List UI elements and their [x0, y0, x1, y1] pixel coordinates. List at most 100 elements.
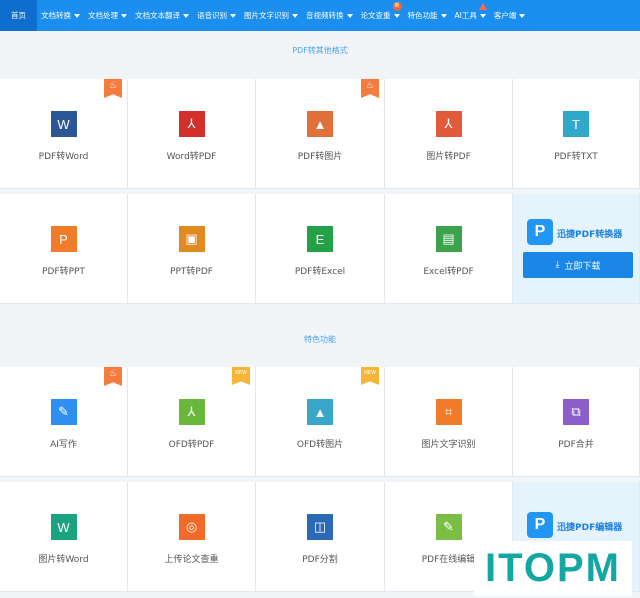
- nav-item[interactable]: 文档文本翻译: [131, 0, 193, 31]
- nav-item[interactable]: 论文查重新: [357, 0, 404, 31]
- hot-tag-icon: ♨: [104, 367, 122, 386]
- new-tag: NEW: [232, 367, 250, 385]
- tool-card[interactable]: ▣ PPT转PDF: [128, 194, 256, 304]
- tool-card[interactable]: ✎ AI写作 ♨: [0, 367, 128, 477]
- scan-icon: ◎: [178, 514, 205, 540]
- tool-card-label: PDF转图片: [297, 152, 343, 162]
- nav-item[interactable]: 客户端: [490, 0, 530, 31]
- tool-card[interactable]: ⅄ 图片转PDF: [385, 79, 513, 189]
- nav-item-label: 客户端: [493, 11, 517, 20]
- tool-card[interactable]: W 图片转Word: [0, 482, 128, 592]
- tool-card-label: PDF转TXT: [554, 152, 598, 162]
- app-logo-icon: P: [527, 219, 553, 245]
- nav-item[interactable]: 语音识别: [193, 0, 240, 31]
- nav-item[interactable]: 文档转换: [37, 0, 84, 31]
- tool-card[interactable]: ⧉ PDF合并: [513, 367, 640, 477]
- chevron-down-icon: [519, 13, 526, 18]
- nav-item-label: 文档文本翻译: [135, 11, 180, 20]
- pdf-icon: ⅄: [178, 111, 205, 137]
- tool-card-label: Excel转PDF: [423, 267, 474, 277]
- nav-item[interactable]: 音视频转换: [302, 0, 357, 31]
- section-title-features: 特色功能: [304, 334, 336, 344]
- nav-item-label: 论文查重: [360, 11, 391, 20]
- tool-card[interactable]: T PDF转TXT: [513, 79, 640, 189]
- tool-card-label: PDF转PPT: [42, 267, 85, 277]
- tool-card-label: PDF转Excel: [294, 267, 346, 277]
- ppt-icon: P: [50, 226, 77, 252]
- chevron-down-icon: [183, 13, 189, 18]
- chevron-down-icon: [121, 13, 127, 18]
- tool-card-label: 图片文字识别: [421, 440, 476, 450]
- nav-item[interactable]: 首页: [0, 0, 37, 31]
- tool-card-label: PDF分割: [302, 555, 338, 565]
- nav-item[interactable]: 特色功能: [404, 0, 451, 31]
- download-icon: ⤓: [555, 260, 560, 270]
- pen-icon: ✎: [50, 399, 77, 425]
- tool-card-label: PDF转Word: [38, 152, 89, 162]
- tool-card[interactable]: ▤ Excel转PDF: [385, 194, 513, 304]
- nav-item-label: 文档处理: [88, 11, 118, 20]
- tool-card[interactable]: ⅄ Word转PDF: [128, 79, 256, 189]
- tool-card-label: OFD转图片: [296, 440, 344, 450]
- tool-card[interactable]: E PDF转Excel: [256, 194, 385, 304]
- tool-card[interactable]: ▲ PDF转图片 ♨: [256, 79, 385, 189]
- app-promo-card[interactable]: P 迅捷PDF转换器 ⤓ 立即下载: [513, 194, 640, 304]
- nav-item-label: 图片文字识别: [244, 11, 289, 20]
- chevron-down-icon: [346, 13, 353, 18]
- nav-item-label: AI工具: [454, 11, 477, 20]
- split-icon: ◫: [307, 514, 333, 540]
- app-logo-icon: P: [527, 512, 553, 538]
- nav-item[interactable]: 图片文字识别: [240, 0, 302, 31]
- download-button-label: 立即下载: [564, 261, 601, 272]
- tool-card-label: Word转PDF: [166, 152, 217, 162]
- chevron-down-icon: [479, 13, 486, 18]
- tool-card[interactable]: P PDF转PPT: [0, 194, 128, 304]
- tool-card[interactable]: ⌗ 图片文字识别: [385, 367, 513, 477]
- section-title-pdf-convert: PDF转其他格式: [292, 45, 348, 55]
- chevron-down-icon: [74, 13, 80, 18]
- word-icon: W: [50, 111, 77, 137]
- ppt-pdf-icon: ▣: [178, 226, 205, 252]
- nav-item-label: 语音识别: [197, 11, 227, 20]
- ofd-image-icon: ▲: [307, 399, 333, 425]
- new-badge: 新: [392, 2, 402, 11]
- flame-icon: ♨: [108, 81, 118, 91]
- chevron-down-icon: [292, 13, 298, 18]
- nav-item-label: 文档转换: [41, 11, 71, 20]
- new-tag: NEW: [361, 367, 379, 385]
- txt-icon: T: [563, 111, 589, 137]
- nav-item-label: 特色功能: [407, 11, 438, 20]
- chevron-down-icon: [440, 13, 447, 18]
- image-icon: ▲: [307, 111, 333, 137]
- tool-card-label: 图片转Word: [38, 555, 89, 565]
- tool-card-label: 上传论文查重: [164, 555, 219, 565]
- tool-card[interactable]: ▲ OFD转图片 NEW: [256, 367, 385, 477]
- nav-item-label: 音视频转换: [306, 11, 344, 20]
- tool-card-label: OFD转PDF: [168, 440, 215, 450]
- nav-item-label: 首页: [11, 11, 26, 20]
- tool-card[interactable]: ◎ 上传论文查重: [128, 482, 256, 592]
- nav-item[interactable]: AI工具: [451, 0, 490, 31]
- tool-card-label: PDF合并: [558, 440, 594, 450]
- merge-icon: ⧉: [563, 399, 589, 425]
- ofd-pdf-icon: ⅄: [178, 399, 205, 425]
- top-nav-bar: 首页 文档转换 文档处理 文档文本翻译 语音识别 图片文字识别 音视频转换 论文查重新特色功能…: [0, 0, 640, 31]
- hot-tag-icon: ♨: [361, 79, 379, 98]
- nav-item[interactable]: 文档处理: [84, 0, 131, 31]
- flame-icon: ♨: [365, 81, 375, 91]
- hot-tag-icon: ♨: [104, 79, 122, 98]
- watermark-logo: ITOPM: [474, 541, 632, 596]
- tool-card-label: PPT转PDF: [170, 267, 213, 277]
- chevron-down-icon: [230, 13, 236, 18]
- tool-card[interactable]: W PDF转Word ♨: [0, 79, 128, 189]
- flame-icon: ♨: [108, 369, 118, 379]
- download-button[interactable]: ⤓ 立即下载: [523, 252, 633, 278]
- ocr-icon: ⌗: [435, 399, 462, 425]
- edit-icon: ✎: [435, 514, 462, 540]
- word-icon: W: [50, 514, 77, 540]
- tool-card[interactable]: ⅄ OFD转PDF NEW: [128, 367, 256, 477]
- hot-badge-icon: [478, 3, 487, 10]
- app-brand-name: 迅捷PDF转换器: [557, 230, 623, 240]
- excel-pdf-icon: ▤: [435, 226, 462, 252]
- tool-card[interactable]: ◫ PDF分割: [256, 482, 385, 592]
